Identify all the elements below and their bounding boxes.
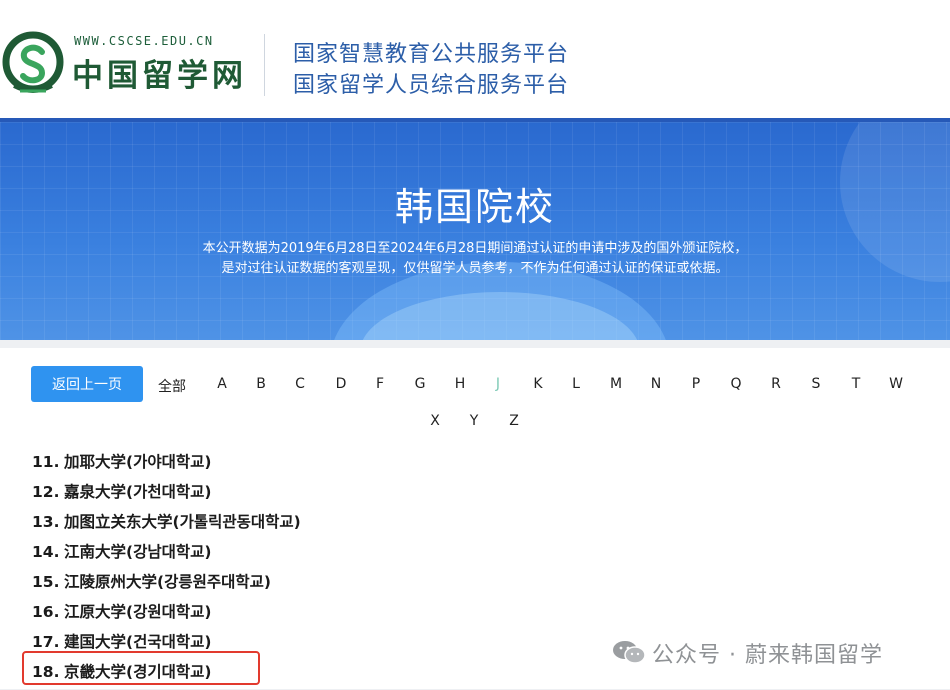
letter-filter-b[interactable]: B bbox=[256, 376, 266, 392]
banner-description-line-2: 是对过往认证数据的客观呈现，仅供留学人员参考，不作为任何通过认证的保证或依据。 bbox=[221, 261, 729, 276]
page-title: 韩国院校 bbox=[394, 185, 555, 229]
letter-filter-g[interactable]: G bbox=[415, 376, 426, 392]
school-name: 加耶大学(가야대학교) bbox=[64, 453, 212, 471]
letter-filter-l[interactable]: L bbox=[572, 376, 580, 392]
banner-description-line-1: 本公开数据为2019年6月28日至2024年6月28日期间通过认证的申请中涉及的… bbox=[202, 241, 748, 256]
school-number: 15. bbox=[32, 573, 60, 591]
letter-filter-bar: 全部 A B C D F G H J K L M N P Q R S T W X Y Z bbox=[152, 376, 922, 429]
letter-filter-all[interactable]: 全部 bbox=[158, 376, 186, 396]
school-list-item[interactable]: 13. 加图立关东大学(가톨릭관동대학교) bbox=[32, 510, 301, 540]
school-number: 16. bbox=[32, 603, 60, 621]
letter-filter-a[interactable]: A bbox=[217, 376, 227, 392]
letter-filter-h[interactable]: H bbox=[455, 376, 466, 392]
letter-filter-m[interactable]: M bbox=[610, 376, 622, 392]
letter-filter-z[interactable]: Z bbox=[509, 413, 519, 429]
school-name: 江南大学(강남대학교) bbox=[64, 543, 212, 561]
school-name: 江陵原州大学(강릉원주대학교) bbox=[64, 573, 271, 591]
letter-filter-q[interactable]: Q bbox=[730, 376, 741, 392]
wechat-icon bbox=[613, 641, 646, 664]
school-list-item[interactable]: 11. 加耶大学(가야대학교) bbox=[32, 450, 301, 480]
logo-name[interactable]: 中国留学网 bbox=[72, 50, 247, 95]
letter-filter-d[interactable]: D bbox=[336, 376, 347, 392]
letter-filter-f[interactable]: F bbox=[376, 376, 384, 392]
school-number: 14. bbox=[32, 543, 60, 561]
school-number: 17. bbox=[32, 633, 60, 651]
school-list-item[interactable]: 12. 嘉泉大学(가천대학교) bbox=[32, 480, 301, 510]
letter-filter-y[interactable]: Y bbox=[470, 413, 479, 429]
letter-filter-k[interactable]: K bbox=[533, 376, 542, 392]
school-number: 13. bbox=[32, 513, 60, 531]
letter-filter-n[interactable]: N bbox=[651, 376, 661, 392]
school-list-item[interactable]: 16. 江原大学(강원대학교) bbox=[32, 600, 301, 630]
letter-filter-j[interactable]: J bbox=[496, 376, 500, 392]
school-name: 江原大学(강원대학교) bbox=[64, 603, 212, 621]
school-name: 加图立关东大学(가톨릭관동대학교) bbox=[64, 513, 301, 531]
school-number: 12. bbox=[32, 483, 60, 501]
letter-filter-t[interactable]: T bbox=[852, 376, 861, 392]
letter-filter-r[interactable]: R bbox=[771, 376, 781, 392]
school-list-item[interactable]: 15. 江陵原州大学(강릉원주대학교) bbox=[32, 570, 301, 600]
school-list-item[interactable]: 14. 江南大学(강남대학교) bbox=[32, 540, 301, 570]
letter-filter-p[interactable]: P bbox=[692, 376, 700, 392]
logo-url: WWW.CSCSE.EDU.CN bbox=[74, 34, 214, 48]
platform-title-2: 国家留学人员综合服务平台 bbox=[293, 73, 570, 98]
cscse-logo-icon[interactable] bbox=[2, 30, 64, 98]
site-header: WWW.CSCSE.EDU.CN 中国留学网 国家智慧教育公共服务平台 国家留学… bbox=[0, 0, 950, 118]
highlight-box bbox=[22, 651, 260, 685]
letter-filter-c[interactable]: C bbox=[295, 376, 305, 392]
letter-filter-w[interactable]: W bbox=[889, 376, 903, 392]
header-divider bbox=[264, 34, 265, 96]
school-number: 11. bbox=[32, 453, 60, 471]
platform-title-1: 国家智慧教育公共服务平台 bbox=[293, 42, 570, 67]
watermark-text: 公众号 · 蔚来韩国留学 bbox=[652, 643, 883, 668]
letter-filter-s[interactable]: S bbox=[812, 376, 821, 392]
page-banner: 韩国院校 本公开数据为2019年6月28日至2024年6月28日期间通过认证的申… bbox=[0, 118, 950, 340]
school-name: 嘉泉大学(가천대학교) bbox=[64, 483, 212, 501]
back-button[interactable]: 返回上一页 bbox=[31, 366, 143, 402]
school-name: 建国大学(건국대학교) bbox=[64, 633, 212, 651]
letter-filter-x[interactable]: X bbox=[430, 413, 440, 429]
